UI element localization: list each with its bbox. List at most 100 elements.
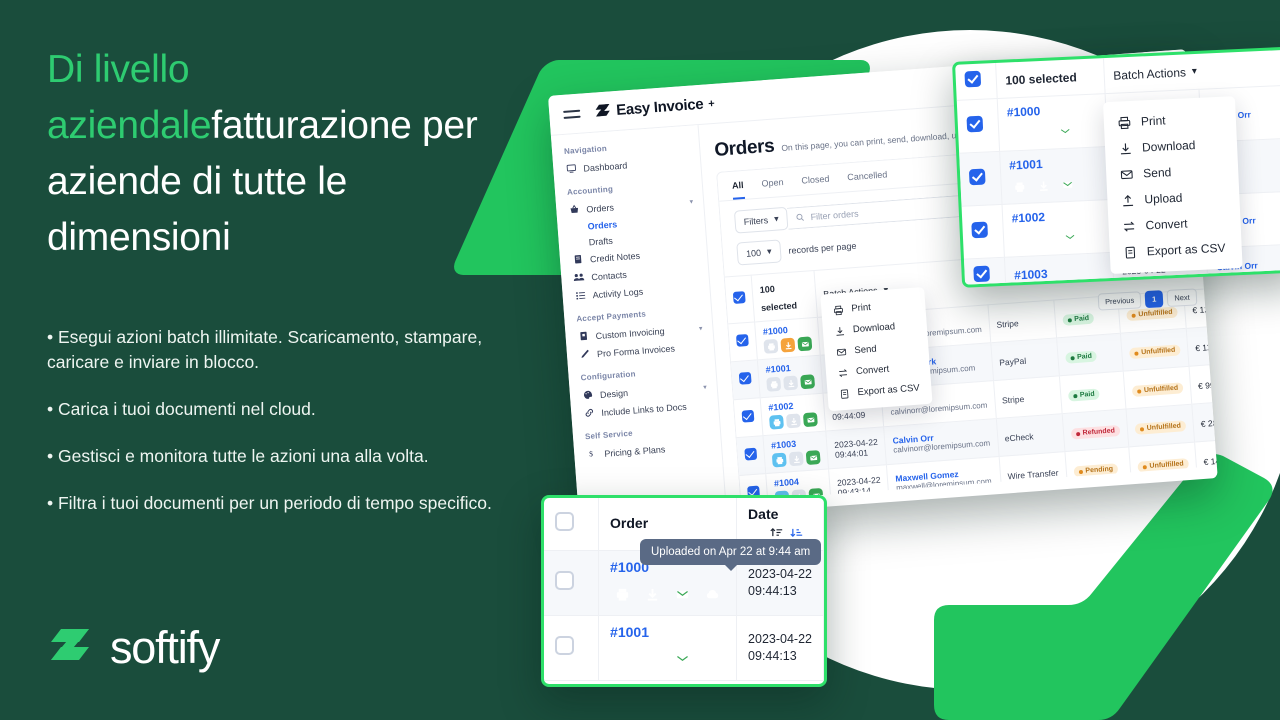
row-checkbox[interactable]: [744, 447, 758, 461]
download-icon[interactable]: [1031, 123, 1051, 143]
menu-item-label: Send: [854, 343, 878, 357]
order-id-link[interactable]: #1001: [765, 361, 814, 375]
page-subtitle: On this page, you can print, send, downl…: [780, 128, 985, 154]
select-all-checkbox[interactable]: [555, 512, 574, 531]
print-icon[interactable]: [1012, 230, 1032, 250]
print-icon[interactable]: [1010, 177, 1030, 197]
order-id-link[interactable]: #1001: [1009, 154, 1099, 172]
select-all-checkbox[interactable]: [964, 70, 982, 88]
records-per-page-select[interactable]: 100 ▾: [736, 239, 782, 266]
chevron-down-icon[interactable]: ▾: [703, 383, 707, 391]
menu-item-label: Print: [1140, 113, 1166, 129]
menu-item-label: Print: [851, 301, 872, 315]
pagination-previous[interactable]: Previous: [1097, 291, 1142, 311]
download-icon[interactable]: [785, 413, 801, 429]
list-icon: [574, 290, 586, 303]
download-icon[interactable]: [1036, 228, 1056, 248]
row-checkbox[interactable]: [973, 265, 990, 283]
sidebar-item-label: Include Links to Docs: [600, 401, 688, 418]
chevron-down-icon[interactable]: ▾: [699, 324, 703, 332]
download-icon[interactable]: [640, 647, 665, 672]
batch-actions-label: Batch Actions: [1112, 64, 1187, 83]
tab-all[interactable]: All: [731, 179, 745, 200]
convert-icon: [838, 368, 848, 377]
cloud-upload-icon[interactable]: [700, 647, 725, 672]
order-date-floating-panel: Order Date #1000 2023-04-22 09:44:13 #10…: [541, 495, 827, 687]
chevron-down-icon[interactable]: ▾: [689, 198, 693, 206]
envelope-icon[interactable]: [1058, 174, 1078, 194]
download-icon[interactable]: [640, 582, 665, 607]
menu-item-export-as-csv[interactable]: Export as CSV: [1109, 234, 1242, 266]
print-icon[interactable]: [610, 582, 635, 607]
row-checkbox[interactable]: [968, 168, 986, 185]
pagination-next[interactable]: Next: [1166, 288, 1198, 307]
select-all-checkbox[interactable]: [732, 291, 746, 304]
row-checkbox[interactable]: [741, 409, 755, 423]
print-icon[interactable]: [766, 376, 782, 392]
envelope-icon[interactable]: [800, 374, 816, 390]
envelope-icon[interactable]: [805, 450, 821, 466]
menu-item-label: Upload: [1144, 190, 1183, 207]
softify-logo-text: softify: [110, 622, 220, 673]
print-icon[interactable]: [763, 338, 779, 354]
order-id-link[interactable]: #1002: [1011, 207, 1101, 225]
row-checkbox[interactable]: [555, 636, 574, 655]
download-icon[interactable]: [788, 451, 804, 467]
order-id-link[interactable]: #1002: [768, 399, 817, 413]
sort-ascending-icon[interactable]: [770, 526, 783, 539]
envelope-icon[interactable]: [1060, 227, 1080, 247]
print-icon[interactable]: [610, 647, 635, 672]
sidebar-item-label: Activity Logs: [592, 286, 644, 301]
tab-open[interactable]: Open: [761, 177, 784, 198]
envelope-icon[interactable]: [797, 336, 813, 352]
row-checkbox[interactable]: [555, 571, 574, 590]
pagination-page-1[interactable]: 1: [1144, 290, 1164, 309]
download-icon[interactable]: [1034, 176, 1054, 196]
envelope-icon[interactable]: [802, 412, 818, 428]
hamburger-menu-icon[interactable]: [563, 105, 581, 122]
column-header-date: Date: [748, 506, 779, 522]
headline-accent-text: Di livello aziendale: [47, 48, 212, 147]
print-icon[interactable]: [1007, 124, 1027, 144]
order-time: 09:44:13: [748, 584, 797, 598]
column-header-order: Order: [610, 515, 649, 531]
row-checkbox[interactable]: [738, 371, 752, 385]
print-icon[interactable]: [771, 452, 787, 468]
currency-icon: $: [586, 448, 598, 461]
sidebar-item-label: Pro Forma Invoices: [596, 343, 676, 360]
envelope-icon[interactable]: [1055, 122, 1075, 142]
tab-closed[interactable]: Closed: [801, 174, 830, 195]
download-icon[interactable]: [780, 337, 796, 353]
filters-dropdown[interactable]: Filters ▾: [733, 206, 789, 234]
tab-cancelled[interactable]: Cancelled: [847, 169, 888, 191]
order-id-link[interactable]: #1001: [610, 624, 725, 640]
status-badge: Paid: [1061, 312, 1095, 326]
sort-descending-icon[interactable]: [790, 526, 803, 539]
row-checkbox[interactable]: [735, 333, 749, 347]
print-icon[interactable]: [769, 414, 784, 430]
row-action-icons: [1012, 226, 1102, 249]
order-id-link[interactable]: #1000: [762, 323, 811, 337]
order-id-link[interactable]: #1000: [1007, 102, 1097, 119]
list-item: • Filtra i tuoi documenti per un periodo…: [47, 493, 492, 513]
envelope-icon[interactable]: [670, 582, 695, 607]
order-id-link[interactable]: #1004: [774, 475, 823, 489]
download-icon[interactable]: [783, 375, 799, 391]
svg-text:$: $: [588, 449, 593, 458]
sidebar-item-dashboard[interactable]: Dashboard: [565, 151, 701, 179]
softify-logo: softify: [47, 622, 220, 674]
sidebar-item-label: Dashboard: [583, 160, 628, 174]
sidebar-item-pricing-plans[interactable]: $ Pricing & Plans: [586, 436, 722, 464]
status-badge: Pending: [1073, 463, 1119, 478]
table-row[interactable]: #1001 2023-04-22 09:44:13: [544, 615, 824, 681]
order-id-link[interactable]: #1003: [771, 437, 820, 451]
order-id-link[interactable]: #1003: [1014, 264, 1104, 281]
row-checkbox[interactable]: [966, 115, 984, 132]
pen-icon: [579, 349, 591, 362]
batch-actions-button[interactable]: Batch Actions ▾: [1113, 64, 1197, 82]
row-checkbox[interactable]: [971, 221, 988, 238]
row-action-icons: [763, 336, 813, 354]
envelope-icon[interactable]: [670, 647, 695, 672]
app-brand-plus: +: [707, 97, 716, 110]
cloud-upload-icon[interactable]: [700, 582, 725, 607]
